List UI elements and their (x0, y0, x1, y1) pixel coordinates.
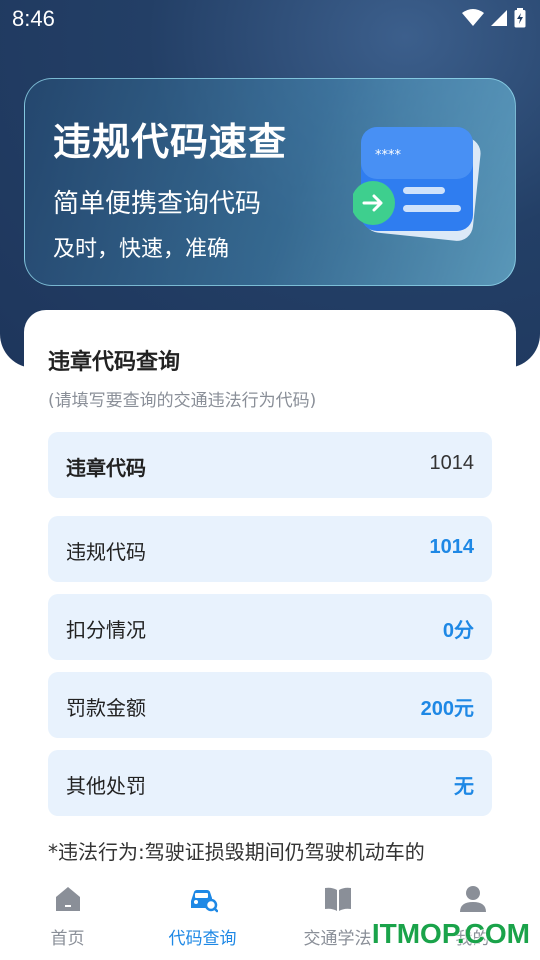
wifi-icon (462, 9, 484, 26)
user-icon (459, 886, 486, 912)
battery-icon (514, 8, 526, 28)
result-row-other-penalty: 其他处罚 无 (48, 750, 492, 816)
result-value: 无 (454, 776, 474, 798)
signal-icon (491, 10, 507, 26)
watermark: ITMOP.COM (371, 918, 530, 949)
query-panel: 违章代码查询 (请填写要查询的交通违法行为代码) 违章代码 1014 违规代码 … (24, 310, 516, 870)
home-icon (55, 887, 80, 911)
result-label: 罚款金额 (66, 696, 146, 720)
nav-code-query[interactable]: 代码查询 (135, 884, 270, 949)
illustration-stars: **** (375, 148, 402, 163)
app-screen: 8:46 违规代码速查 简单便携查询代码 及时，快速，准确 **** 违章代码查… (0, 0, 540, 960)
violation-description: *违法行为:驾驶证损毁期间仍驾驶机动车的 (48, 840, 425, 864)
hero-title: 违规代码速查 (53, 120, 288, 164)
result-row-points: 扣分情况 0分 (48, 594, 492, 660)
result-label: 其他处罚 (66, 774, 146, 798)
code-card-illustration: **** (353, 127, 481, 241)
result-row-fine: 罚款金额 200元 (48, 672, 492, 738)
query-hint: (请填写要查询的交通违法行为代码) (48, 391, 317, 411)
result-value: 0分 (442, 620, 474, 642)
nav-home[interactable]: 首页 (0, 884, 135, 949)
status-icons (462, 8, 526, 28)
code-input-label: 违章代码 (66, 456, 146, 480)
query-title: 违章代码查询 (48, 350, 181, 375)
nav-label: 代码查询 (168, 929, 237, 949)
book-icon (324, 887, 351, 911)
status-time: 8:46 (12, 6, 55, 31)
code-input-value[interactable]: 1014 (430, 452, 475, 475)
result-row-code: 违规代码 1014 (48, 516, 492, 582)
code-input-field[interactable]: 违章代码 1014 (48, 432, 492, 498)
nav-label: 首页 (50, 929, 85, 949)
result-label: 扣分情况 (66, 618, 146, 642)
result-value: 1014 (429, 536, 475, 558)
result-value: 200元 (420, 698, 474, 720)
car-search-icon (190, 890, 218, 913)
hero-banner: 违规代码速查 简单便携查询代码 及时，快速，准确 **** (24, 78, 516, 286)
result-label: 违规代码 (66, 540, 146, 564)
hero-subtitle: 简单便携查询代码 (53, 189, 262, 219)
status-bar: 8:46 (0, 0, 540, 36)
hero-tagline: 及时，快速，准确 (53, 237, 230, 262)
